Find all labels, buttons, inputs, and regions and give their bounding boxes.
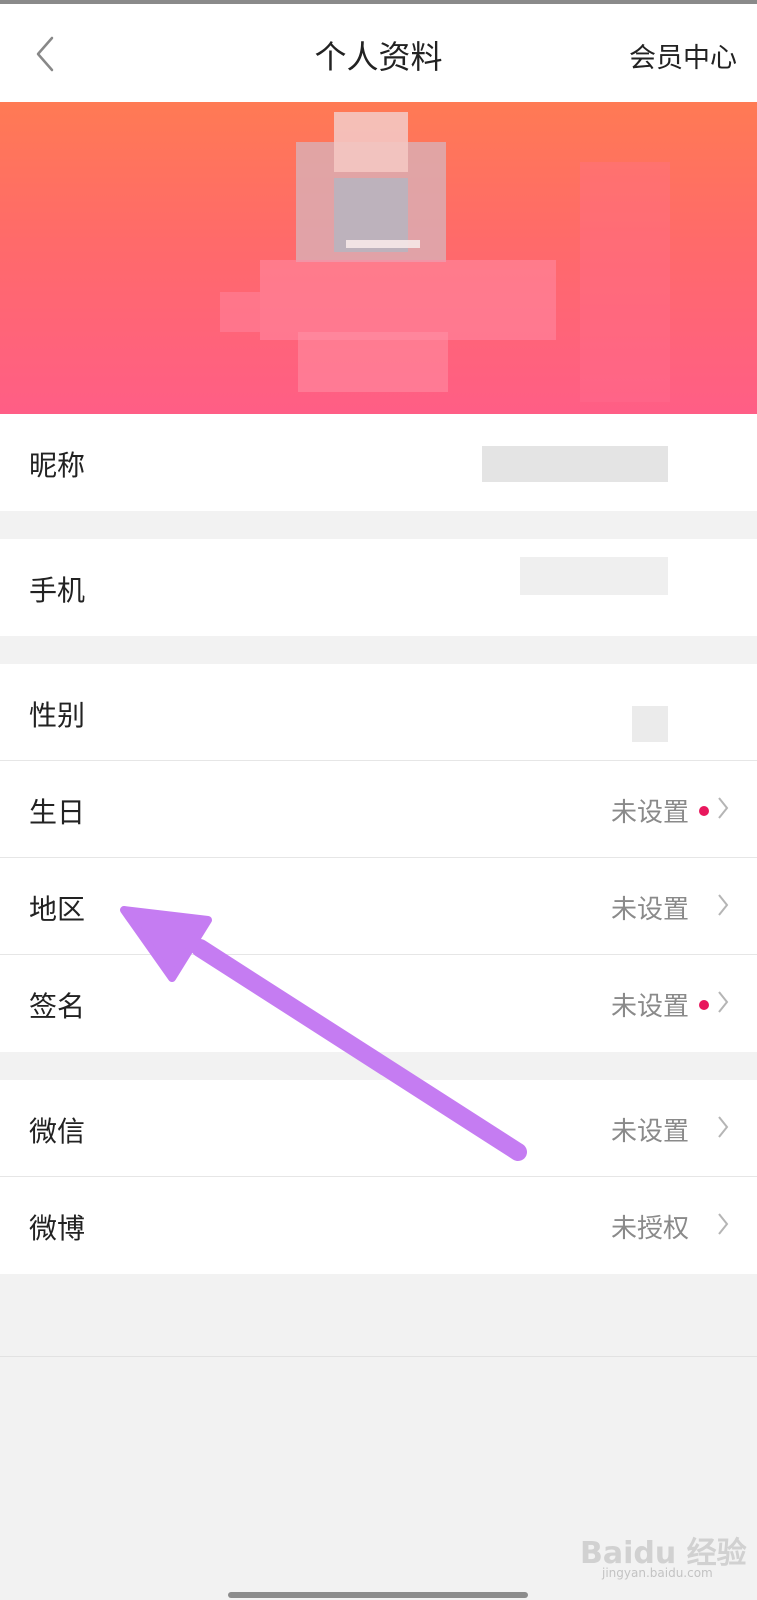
row-weibo[interactable]: 微博 未授权 [0,1177,757,1274]
chevron-right-icon [718,1213,729,1235]
chevron-right-icon [718,991,729,1013]
row-nickname[interactable]: 昵称 [0,414,757,511]
row-signature[interactable]: 签名 未设置 [0,955,757,1052]
row-value: 未设置 [610,1117,689,1147]
row-birthday[interactable]: 生日 未设置 [0,761,757,858]
row-label: 签名 [29,990,86,1023]
row-value: 未授权 [610,1214,689,1244]
member-center-link[interactable]: 会员中心 [629,36,737,75]
row-region[interactable]: 地区 未设置 [0,858,757,955]
redacted-value [632,706,668,742]
row-value: 未设置 [610,798,689,828]
home-indicator[interactable] [228,1592,528,1598]
row-label: 地区 [29,893,86,926]
row-label: 昵称 [29,449,86,482]
nav-bar: 个人资料 会员中心 [0,4,757,102]
chevron-right-icon [718,797,729,819]
redacted-value [520,557,668,595]
divider [0,1356,757,1357]
notification-dot [699,1000,709,1010]
row-gender[interactable]: 性别 [0,664,757,761]
row-label: 微博 [29,1212,86,1245]
row-label: 手机 [29,574,86,607]
chevron-right-icon [718,1116,729,1138]
chevron-right-icon [718,894,729,916]
row-label: 性别 [29,699,86,732]
redacted-value [482,446,668,482]
row-label: 微信 [29,1115,86,1148]
row-label: 生日 [29,796,86,829]
baidu-watermark-url: jingyan.baidu.com [602,1566,713,1580]
row-value: 未设置 [610,895,689,925]
row-phone[interactable]: 手机 [0,539,757,636]
row-value: 未设置 [610,992,689,1022]
profile-banner[interactable] [0,102,757,414]
notification-dot [699,806,709,816]
row-wechat[interactable]: 微信 未设置 [0,1080,757,1177]
